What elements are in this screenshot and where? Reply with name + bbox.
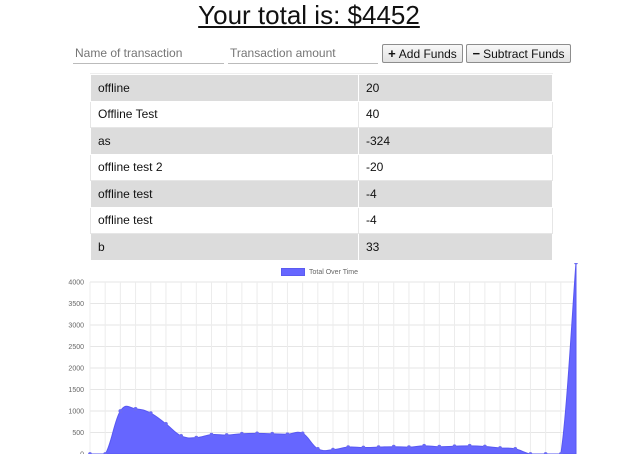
minus-icon: − — [472, 46, 481, 61]
data-point — [376, 445, 381, 450]
legend-swatch — [281, 268, 305, 276]
transaction-amount-cell: 40 — [358, 100, 553, 128]
data-point — [482, 444, 487, 449]
data-point — [574, 263, 578, 265]
transactions-table: offline 20 Offline Test 40 as -324 offline tes… — [90, 74, 553, 261]
table-row: Offline Test 40 — [90, 100, 553, 128]
data-point — [118, 409, 123, 413]
data-point — [270, 431, 275, 436]
y-tick-label: 4000 — [68, 280, 84, 287]
chart-svg: 05001000150020002500300035004000 — [68, 263, 578, 454]
transaction-form: + Add Funds − Subtract Funds — [0, 43, 618, 65]
data-point — [300, 431, 305, 436]
data-point — [315, 446, 320, 451]
y-tick-label: 1500 — [68, 387, 84, 394]
data-point — [285, 432, 290, 437]
transaction-amount-cell: -4 — [358, 180, 553, 208]
data-point — [422, 443, 427, 448]
data-point — [255, 431, 259, 436]
total-over-time-chart: 05001000150020002500300035004000 Total O… — [0, 263, 618, 454]
data-point — [239, 431, 244, 436]
data-point — [148, 411, 153, 416]
transaction-amount-cell: 33 — [358, 233, 553, 261]
subtract-funds-label: Subtract Funds — [483, 46, 565, 61]
data-point — [194, 435, 199, 440]
transaction-amount-cell: -4 — [358, 206, 553, 234]
data-point — [467, 443, 472, 448]
transaction-amount-input[interactable] — [228, 43, 378, 64]
transaction-name-cell: offline test — [90, 206, 359, 234]
data-point — [179, 434, 184, 438]
transactions-table-container[interactable]: offline 20 Offline Test 40 as -324 offline tes… — [90, 73, 553, 263]
transaction-name-cell: offline — [90, 74, 359, 102]
transaction-name-cell: offline test 2 — [90, 153, 359, 181]
transaction-name-cell: as — [90, 127, 359, 155]
y-tick-label: 500 — [72, 430, 84, 437]
y-tick-label: 2500 — [68, 344, 84, 351]
y-tick-label: 2000 — [68, 366, 84, 373]
data-point — [209, 432, 214, 437]
table-row: offline 20 — [90, 74, 553, 102]
plus-icon: + — [388, 46, 396, 61]
data-point — [513, 446, 518, 451]
y-tick-label: 1000 — [68, 409, 84, 416]
table-row: offline test -4 — [90, 206, 553, 234]
add-funds-label: Add Funds — [398, 46, 457, 61]
table-row: offline test 2 -20 — [90, 153, 553, 181]
data-point — [437, 444, 442, 449]
transaction-name-cell: b — [90, 233, 359, 261]
data-point — [391, 444, 396, 449]
y-tick-label: 3000 — [68, 323, 84, 330]
data-point — [498, 446, 502, 450]
data-point — [133, 406, 138, 411]
transaction-name-cell: Offline Test — [90, 100, 359, 128]
data-point — [224, 433, 229, 437]
y-tick-label: 3500 — [68, 301, 84, 308]
table-row: b 33 — [90, 233, 553, 261]
data-point — [407, 445, 411, 450]
table-row: offline test -4 — [90, 180, 553, 208]
data-point — [164, 421, 168, 426]
transaction-amount-cell: -324 — [358, 127, 553, 155]
transaction-amount-cell: -20 — [358, 153, 553, 181]
chart-legend: Total Over Time — [281, 267, 358, 277]
legend-label: Total Over Time — [309, 268, 359, 276]
add-funds-button[interactable]: + Add Funds — [382, 44, 463, 63]
transaction-name-cell: offline test — [90, 180, 359, 208]
data-point — [346, 445, 351, 450]
table-row: as -324 — [90, 127, 553, 155]
transaction-name-input[interactable] — [73, 43, 224, 64]
transaction-amount-cell: 20 — [358, 74, 553, 102]
data-point — [452, 444, 457, 449]
subtract-funds-button[interactable]: − Subtract Funds — [466, 44, 571, 63]
data-point — [331, 447, 335, 452]
total-heading: Your total is: $4452 — [198, 0, 420, 30]
data-point — [361, 445, 366, 450]
